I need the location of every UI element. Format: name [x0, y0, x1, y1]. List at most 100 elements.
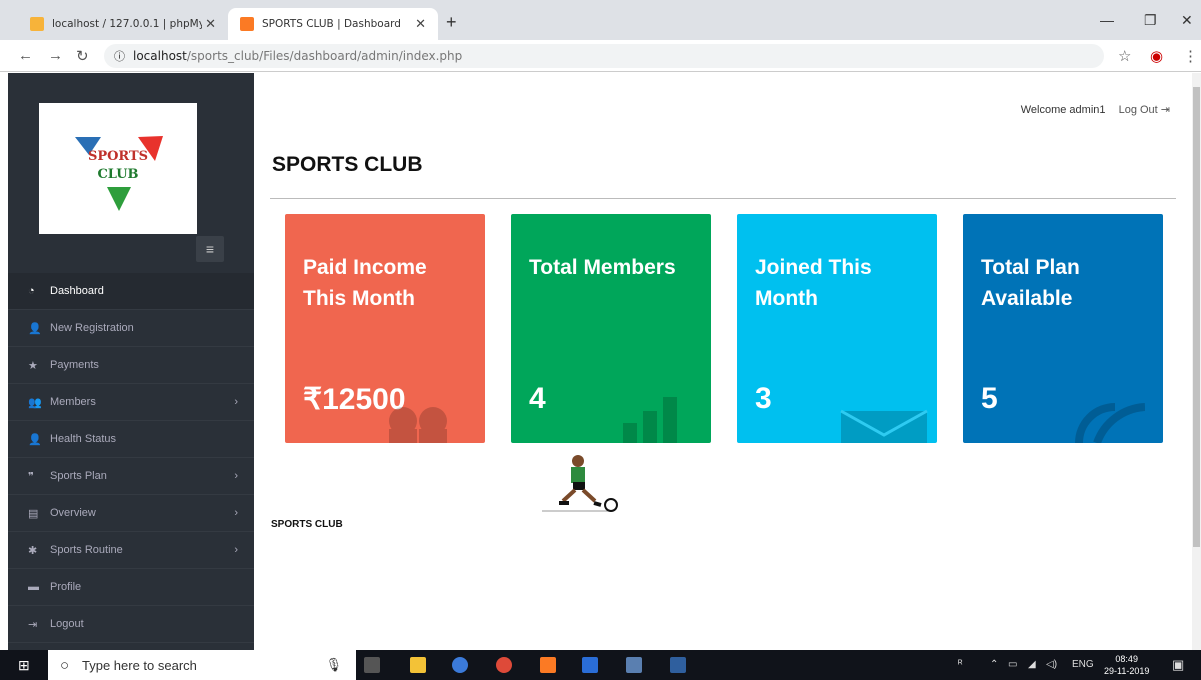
- tab-title: localhost / 127.0.0.1 | phpMyAdm: [52, 18, 202, 30]
- sidebar-item-profile[interactable]: ▬ Profile: [8, 569, 254, 606]
- star-icon: ★: [28, 359, 38, 372]
- sidebar-toggle-button[interactable]: ≡: [196, 236, 224, 262]
- xampp-icon: [240, 17, 254, 31]
- url-path: /sports_club/Files/dashboard/admin/index…: [186, 49, 463, 63]
- browser-tab-phpmyadmin[interactable]: localhost / 127.0.0.1 | phpMyAdm ✕: [18, 8, 228, 40]
- tray-chevron-icon[interactable]: ⌃: [990, 659, 998, 670]
- bookmark-star-icon[interactable]: ☆: [1118, 47, 1131, 65]
- page-title: SPORTS CLUB: [272, 153, 423, 176]
- sidebar-item-members[interactable]: 👥 Members ›: [8, 384, 254, 421]
- task-view-icon[interactable]: [364, 657, 380, 673]
- close-window-icon[interactable]: ✕: [1181, 12, 1193, 29]
- chevron-right-icon: ›: [234, 544, 238, 556]
- user-plus-icon: 👤: [28, 322, 42, 335]
- sidebar-item-health-status[interactable]: 👤 Health Status: [8, 421, 254, 458]
- quote-icon: ❞: [28, 470, 34, 483]
- battery-icon: ▭: [1008, 659, 1018, 670]
- sidebar: SPORTS CLUB ≡ ◔ Dashboard 👤 New Registrati…: [8, 73, 254, 650]
- browser-tab-dashboard[interactable]: SPORTS CLUB | Dashboard ✕: [228, 8, 438, 40]
- sidebar-item-payments[interactable]: ★ Payments: [8, 347, 254, 384]
- browser-tab-bar: localhost / 127.0.0.1 | phpMyAdm ✕ SPORT…: [0, 0, 1201, 40]
- sidebar-item-new-registration[interactable]: 👤 New Registration: [8, 310, 254, 347]
- logout-link[interactable]: Log Out ⇥: [1119, 104, 1170, 116]
- main-content: Welcome admin1 Log Out ⇥ SPORTS CLUB Pai…: [254, 73, 1192, 650]
- new-tab-button[interactable]: +: [446, 12, 457, 33]
- language-indicator[interactable]: ENG: [1072, 659, 1094, 670]
- sidebar-item-logout[interactable]: ⇥ Logout: [8, 606, 254, 643]
- people-icon[interactable]: ᴿ: [958, 659, 963, 670]
- xampp-icon[interactable]: [540, 657, 556, 673]
- card-value: 5: [981, 382, 998, 415]
- sidebar-item-sports-routine[interactable]: ✱ Sports Routine ›: [8, 532, 254, 569]
- file-explorer-icon[interactable]: [410, 657, 426, 673]
- rss-bg-icon: [1075, 403, 1145, 443]
- app-icon[interactable]: [626, 657, 642, 673]
- windows-start-icon[interactable]: ⊞: [18, 657, 30, 674]
- notification-icon[interactable]: ▣: [1172, 657, 1184, 673]
- extension-icon[interactable]: ◉: [1150, 47, 1163, 65]
- search-icon: ○: [60, 656, 70, 674]
- minimize-icon[interactable]: —: [1100, 12, 1114, 28]
- sports-club-logo: SPORTS CLUB: [39, 103, 197, 234]
- network-icon[interactable]: ◢: [1028, 659, 1036, 670]
- sidebar-item-overview[interactable]: ▤ Overview ›: [8, 495, 254, 532]
- close-tab-icon[interactable]: ✕: [415, 16, 426, 32]
- chevron-right-icon: ›: [234, 396, 238, 408]
- svg-text:CLUB: CLUB: [97, 167, 138, 182]
- tab-title: SPORTS CLUB | Dashboard: [262, 18, 401, 30]
- divider: [270, 198, 1176, 199]
- microphone-icon[interactable]: 🎙: [325, 657, 342, 673]
- users-icon: 👥: [28, 396, 42, 409]
- card-label: Total Plan Available: [981, 256, 1080, 310]
- footer-title: SPORTS CLUB: [271, 519, 343, 530]
- card-label: Joined This Month: [755, 256, 872, 310]
- volume-icon[interactable]: ◁): [1046, 659, 1057, 670]
- clock[interactable]: 08:49 29-11-2019: [1104, 653, 1149, 677]
- sidebar-menu: ◔ Dashboard 👤 New Registration ★ Payments 👥…: [8, 273, 254, 643]
- logout-icon: ⇥: [1160, 104, 1170, 116]
- app-icon[interactable]: [670, 657, 686, 673]
- scrollbar-thumb[interactable]: [1193, 87, 1200, 547]
- card-value: 3: [755, 382, 772, 415]
- editor-icon[interactable]: [582, 657, 598, 673]
- folder-icon: ▬: [28, 581, 39, 593]
- browser-icon[interactable]: [452, 657, 468, 673]
- forward-icon[interactable]: →: [48, 47, 63, 64]
- footballer-image: [542, 455, 618, 512]
- taskbar-search-input[interactable]: ○ Type here to search 🎙: [48, 650, 356, 680]
- card-total-plan[interactable]: Total Plan Available 5: [963, 214, 1163, 443]
- url-field[interactable]: ⓘ localhost/sports_club/Files/dashboard/…: [104, 44, 1104, 68]
- address-bar: ← → ↻ ⓘ localhost/sports_club/Files/dash…: [0, 40, 1201, 72]
- card-label: Total Members: [529, 256, 676, 279]
- phpmyadmin-icon: [30, 17, 44, 31]
- card-value: 4: [529, 382, 546, 415]
- card-label: Paid Income This Month: [303, 256, 427, 310]
- scrollbar[interactable]: [1192, 73, 1201, 650]
- user-header: Welcome admin1 Log Out ⇥: [1021, 103, 1170, 116]
- windows-taskbar: ⊞ ○ Type here to search 🎙 ᴿ ⌃ ▭ ◢ ◁) ENG…: [0, 650, 1201, 680]
- url-host: localhost: [133, 49, 187, 63]
- restore-icon[interactable]: ❐: [1144, 12, 1157, 29]
- menu-dots-icon[interactable]: ⋮: [1183, 47, 1198, 65]
- archive-icon: ▤: [28, 507, 39, 520]
- users-bg-icon: [389, 407, 447, 443]
- dashboard-icon: ◔: [28, 285, 35, 297]
- card-joined-this-month[interactable]: Joined This Month 3: [737, 214, 937, 443]
- chrome-icon[interactable]: [496, 657, 512, 673]
- close-tab-icon[interactable]: ✕: [205, 16, 216, 32]
- reload-icon[interactable]: ↻: [76, 47, 89, 65]
- sidebar-item-dashboard[interactable]: ◔ Dashboard: [8, 273, 254, 310]
- back-icon[interactable]: ←: [18, 47, 33, 64]
- gear-icon: ✱: [28, 544, 38, 557]
- logout-icon: ⇥: [28, 618, 38, 631]
- welcome-text: Welcome admin1: [1020, 104, 1106, 116]
- chevron-right-icon: ›: [234, 507, 238, 519]
- bar-chart-bg-icon: [623, 397, 677, 443]
- card-total-members[interactable]: Total Members 4: [511, 214, 711, 443]
- card-paid-income[interactable]: Paid Income This Month ₹12500: [285, 214, 485, 443]
- chevron-right-icon: ›: [234, 470, 238, 482]
- info-icon: ⓘ: [114, 50, 125, 63]
- svg-text:SPORTS: SPORTS: [88, 149, 148, 164]
- sidebar-item-sports-plan[interactable]: ❞ Sports Plan ›: [8, 458, 254, 495]
- envelope-bg-icon: [840, 409, 928, 443]
